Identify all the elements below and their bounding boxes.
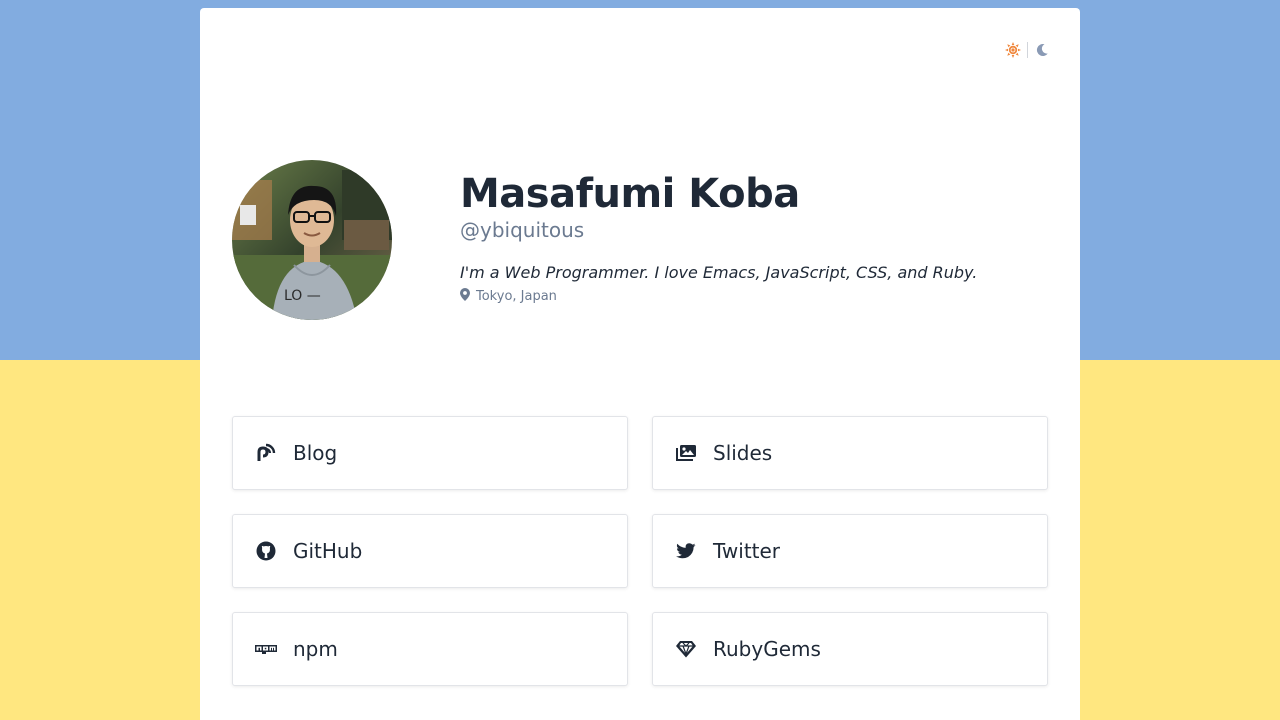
location-text: Tokyo, Japan [476, 289, 557, 304]
github-icon [255, 540, 277, 562]
profile-name: Masafumi Koba [460, 171, 800, 217]
npm-icon [255, 638, 277, 660]
blog-label: Blog [293, 441, 338, 465]
npm-label: npm [293, 637, 338, 661]
profile-handle: @ybiquitous [460, 218, 585, 242]
blog-link[interactable]: Blog [232, 416, 628, 490]
twitter-link[interactable]: Twitter [652, 514, 1048, 588]
slides-link[interactable]: Slides [652, 416, 1048, 490]
twitter-icon [675, 540, 697, 562]
slides-icon [675, 442, 697, 464]
avatar: LO — [232, 160, 392, 320]
map-pin-icon [460, 288, 470, 305]
rubygems-link[interactable]: RubyGems [652, 612, 1048, 686]
profile-card: LO — Masafumi Koba @ybiquitous I'm a Web… [200, 8, 1080, 720]
sun-icon[interactable] [1005, 42, 1021, 58]
profile-info: Masafumi Koba @ybiquitous I'm a Web Prog… [460, 168, 1040, 305]
npm-link[interactable]: npm [232, 612, 628, 686]
svg-text:LO —: LO — [284, 288, 321, 304]
blog-icon [255, 442, 277, 464]
theme-toggle [1005, 42, 1050, 58]
slides-label: Slides [713, 441, 773, 465]
rubygems-label: RubyGems [713, 637, 821, 661]
profile-location: Tokyo, Japan [460, 288, 1040, 305]
twitter-label: Twitter [713, 539, 781, 563]
moon-icon[interactable] [1034, 42, 1050, 58]
rubygems-icon [675, 638, 697, 660]
links-grid: Blog Slides GitHub Twitter npm RubyGems [232, 416, 1048, 686]
profile-bio: I'm a Web Programmer. I love Emacs, Java… [460, 263, 978, 282]
github-label: GitHub [293, 539, 363, 563]
github-link[interactable]: GitHub [232, 514, 628, 588]
toggle-separator [1027, 42, 1028, 58]
